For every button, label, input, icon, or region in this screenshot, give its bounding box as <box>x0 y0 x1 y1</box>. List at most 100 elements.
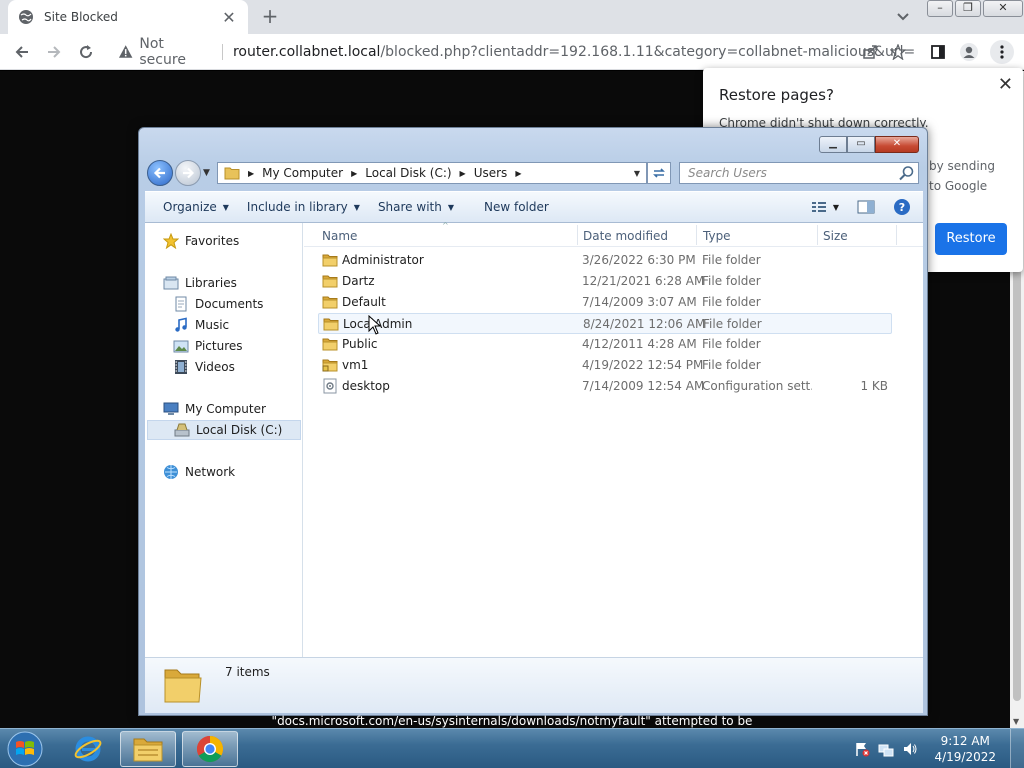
address-dropdown-icon[interactable]: ▼ <box>634 169 640 178</box>
view-dropdown-icon[interactable]: ▼ <box>833 203 839 212</box>
taskbar-internet-explorer[interactable] <box>60 731 116 767</box>
folder-icon <box>322 275 338 288</box>
file-type: File folder <box>703 317 762 331</box>
restore-button[interactable]: Restore <box>935 223 1007 255</box>
file-type: Configuration sett... <box>702 379 812 393</box>
table-row[interactable]: Administrator 3/26/2022 6:30 PM File folde… <box>318 250 892 271</box>
window-controls: – ❐ ✕ <box>927 0 1023 17</box>
table-row[interactable]: LocalAdmin8/24/2021 12:06 AMFile folder <box>318 313 892 334</box>
table-row[interactable]: Public 4/12/2011 4:28 AM File folder <box>318 334 892 355</box>
breadcrumb-arrow-icon[interactable]: ▶ <box>515 169 521 178</box>
file-type: File folder <box>702 253 761 267</box>
address-bar[interactable]: Not secure router.collabnet.local /block… <box>108 36 916 68</box>
file-date-modified: 4/19/2022 12:54 PM <box>582 358 704 372</box>
help-icon[interactable]: ? <box>893 198 911 216</box>
pictures-icon <box>173 340 189 353</box>
column-date-modified[interactable]: Date modified <box>583 229 668 243</box>
forward-button[interactable] <box>42 40 66 64</box>
start-button[interactable] <box>4 730 46 768</box>
explorer-close-button[interactable]: ✕ <box>875 136 919 153</box>
share-with-button[interactable]: Share with ▼ <box>378 200 454 214</box>
volume-icon[interactable] <box>902 741 918 757</box>
nav-videos[interactable]: Videos <box>173 357 235 377</box>
folder-icon <box>322 338 338 351</box>
nav-network[interactable]: Network <box>163 462 235 482</box>
column-name[interactable]: Name <box>322 229 357 243</box>
action-center-flag-icon[interactable] <box>854 741 870 757</box>
table-row[interactable]: vm1 4/19/2022 12:54 PM File folder <box>318 355 892 376</box>
organize-button[interactable]: Organize ▼ <box>163 200 229 214</box>
preview-pane-icon[interactable] <box>857 200 875 214</box>
view-details-icon <box>811 202 826 212</box>
column-size[interactable]: Size <box>823 229 848 243</box>
breadcrumb-local-disk[interactable]: Local Disk (C:) <box>365 166 451 180</box>
nav-pictures[interactable]: Pictures <box>173 336 243 356</box>
new-folder-label: New folder <box>484 200 549 214</box>
search-icon[interactable] <box>896 165 918 181</box>
nav-libraries[interactable]: Libraries <box>163 273 237 293</box>
bookmark-button[interactable] <box>886 40 910 64</box>
share-button[interactable] <box>858 40 882 64</box>
breadcrumb-users[interactable]: Users <box>474 166 508 180</box>
tab-close-icon[interactable]: ✕ <box>220 8 238 27</box>
column-divider[interactable] <box>817 225 818 245</box>
file-date-modified: 4/12/2011 4:28 AM <box>582 337 697 351</box>
column-divider[interactable] <box>696 225 697 245</box>
explorer-refresh-button[interactable] <box>647 162 671 184</box>
close-window-button[interactable]: ✕ <box>983 0 1023 17</box>
new-folder-button[interactable]: New folder <box>484 200 549 214</box>
breadcrumb-arrow-icon[interactable]: ▶ <box>248 169 254 178</box>
table-row[interactable]: Dartz 12/21/2021 6:28 AM File folder <box>318 271 892 292</box>
table-row[interactable]: desktop 7/14/2009 12:54 AM Configuration s… <box>318 376 892 397</box>
back-button[interactable] <box>10 40 34 64</box>
profile-button[interactable] <box>957 40 981 64</box>
file-date-modified: 12/21/2021 6:28 AM <box>582 274 705 288</box>
documents-icon <box>175 296 187 312</box>
explorer-forward-button[interactable] <box>175 160 201 186</box>
breadcrumb-my-computer[interactable]: My Computer <box>262 166 343 180</box>
tab-search-chevron-icon[interactable] <box>893 8 913 26</box>
nav-documents[interactable]: Documents <box>173 294 263 314</box>
browser-tab[interactable]: Site Blocked ✕ <box>8 0 248 34</box>
nav-favorites-label: Favorites <box>185 234 240 248</box>
taskbar-explorer[interactable] <box>120 731 176 767</box>
recent-pages-icon[interactable]: ▼ <box>203 168 210 178</box>
explorer-minimize-button[interactable]: ▁ <box>819 136 847 153</box>
column-divider[interactable] <box>577 225 578 245</box>
change-view-button[interactable]: ▼ <box>811 200 839 214</box>
reload-button[interactable] <box>74 40 98 64</box>
taskbar-chrome[interactable] <box>182 731 238 767</box>
share-with-label: Share with <box>377 200 442 214</box>
column-type[interactable]: Type <box>703 229 731 243</box>
nav-my-computer[interactable]: My Computer <box>163 399 266 419</box>
network-status-icon[interactable] <box>878 741 894 757</box>
breadcrumb-arrow-icon[interactable]: ▶ <box>460 169 466 178</box>
include-in-library-button[interactable]: Include in library ▼ <box>247 200 360 214</box>
chrome-icon <box>196 735 224 763</box>
maximize-button[interactable]: ❐ <box>955 0 981 17</box>
table-row[interactable]: Default 7/14/2009 3:07 AM File folder <box>318 292 892 313</box>
column-divider[interactable] <box>896 225 897 245</box>
nav-favorites[interactable]: Favorites <box>163 231 239 251</box>
videos-icon <box>175 360 187 374</box>
breadcrumb-arrow-icon[interactable]: ▶ <box>351 169 357 178</box>
menu-button[interactable] <box>990 40 1014 64</box>
explorer-maximize-button[interactable]: ▭ <box>847 136 875 153</box>
explorer-address-bar[interactable]: ▶ My Computer ▶ Local Disk (C:) ▶ Users … <box>217 162 647 184</box>
explorer-search-box[interactable]: Search Users <box>679 162 919 184</box>
nav-local-disk[interactable]: Local Disk (C:) <box>147 420 301 440</box>
new-tab-button[interactable]: + <box>258 4 282 28</box>
computer-icon <box>163 402 179 415</box>
side-panel-button[interactable] <box>926 40 950 64</box>
nav-music[interactable]: Music <box>173 315 229 335</box>
minimize-button[interactable]: – <box>927 0 953 17</box>
restore-close-icon[interactable]: ✕ <box>998 74 1013 95</box>
organize-label: Organize <box>163 200 217 214</box>
libraries-icon <box>163 276 179 290</box>
back-arrow-icon <box>153 167 165 179</box>
show-desktop-button[interactable] <box>1010 729 1024 768</box>
restore-message-line-1: by sending <box>929 159 995 173</box>
globe-icon <box>19 10 33 24</box>
explorer-back-button[interactable] <box>147 160 173 186</box>
taskbar-clock[interactable]: 9:12 AM 4/19/2022 <box>934 733 996 765</box>
